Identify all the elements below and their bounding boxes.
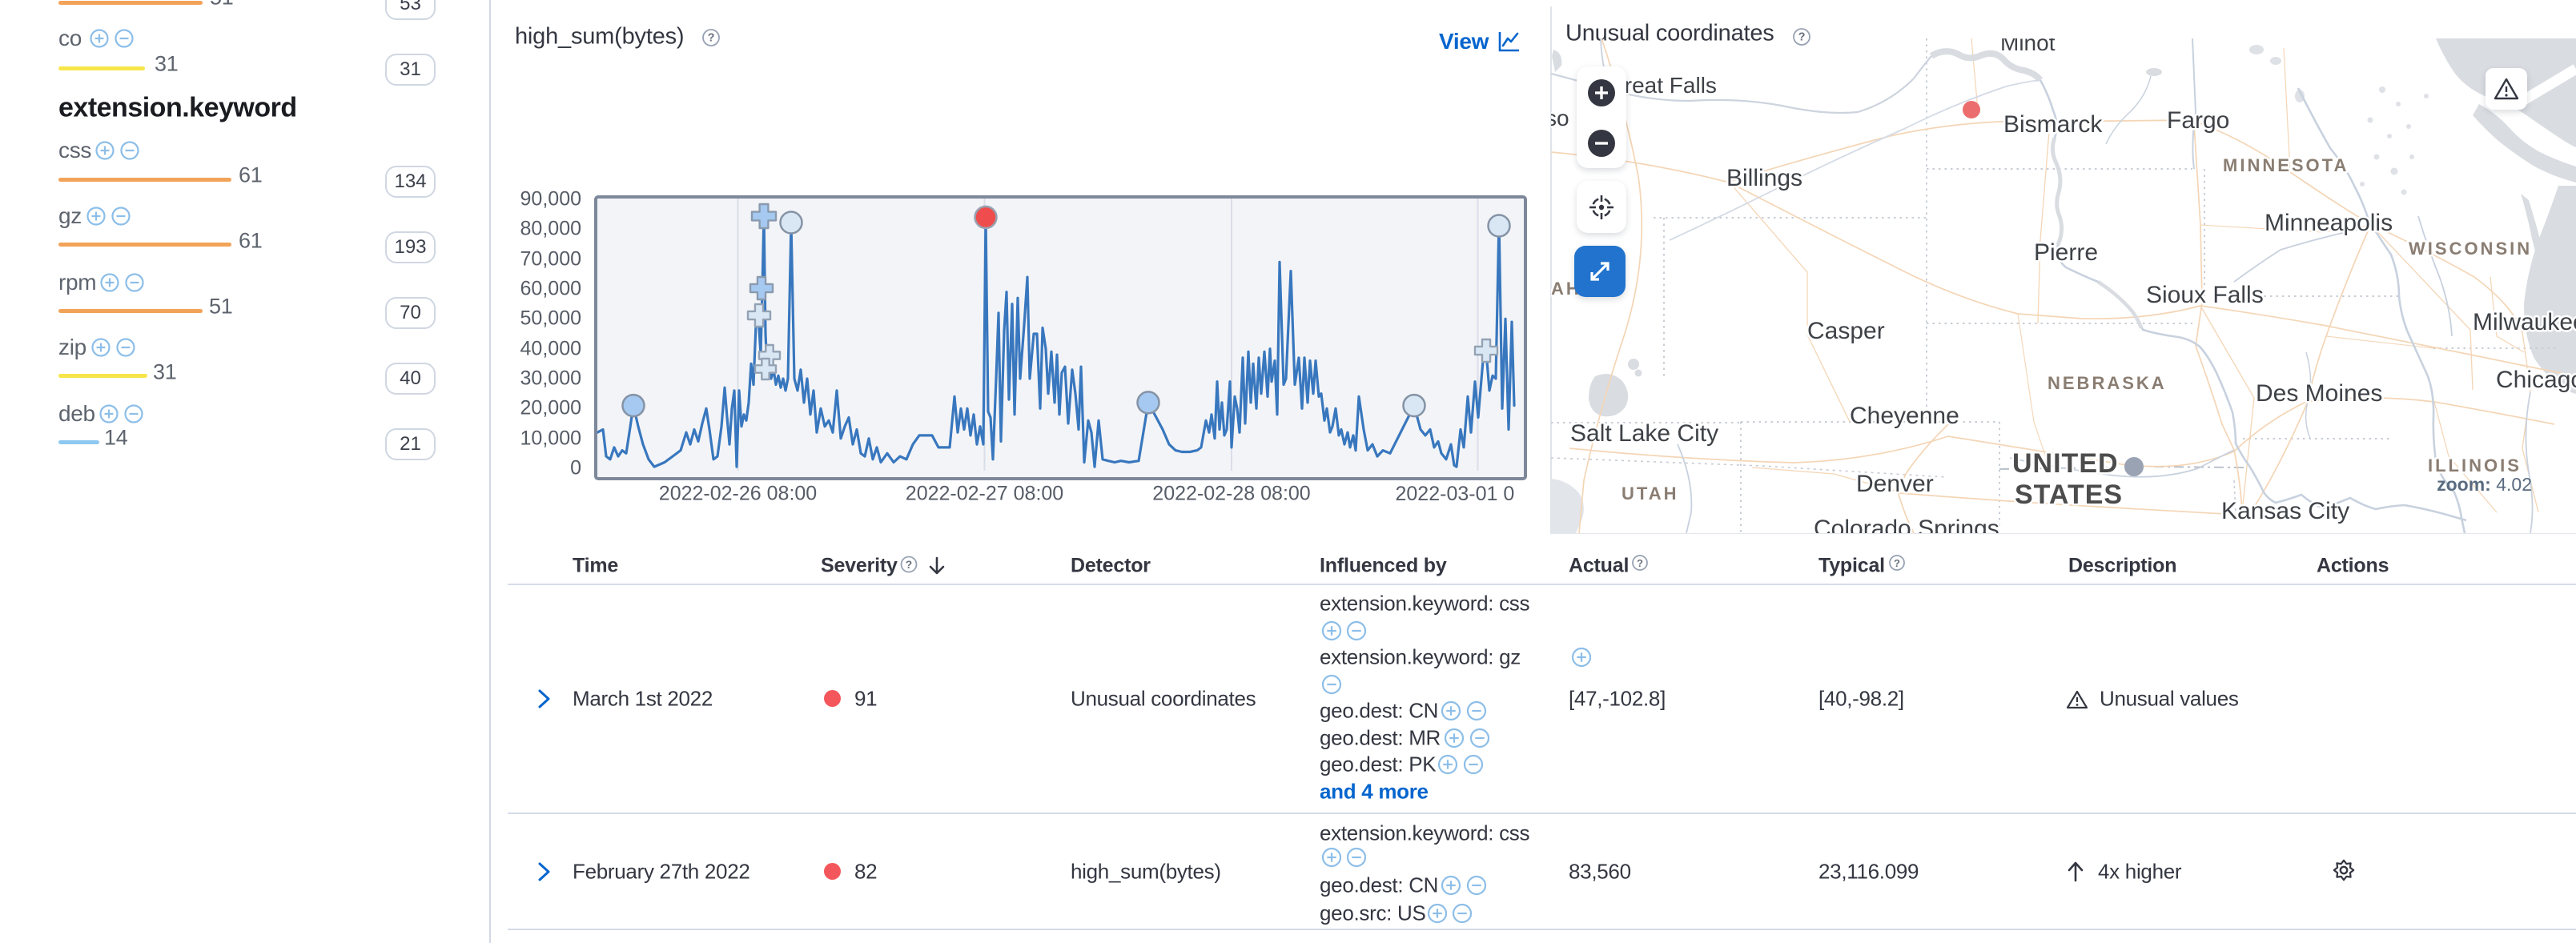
svg-text:Casper: Casper — [1807, 318, 1885, 344]
svg-text:Fargo: Fargo — [2167, 107, 2229, 134]
svg-text:?: ? — [1894, 557, 1900, 569]
svg-text:Pierre: Pierre — [2034, 239, 2098, 266]
svg-text:zoom: 4.02: zoom: 4.02 — [2437, 474, 2532, 495]
svg-text:ILLINOIS: ILLINOIS — [2428, 455, 2522, 476]
svg-text:Salt Lake City: Salt Lake City — [1570, 420, 1718, 447]
svg-text:Minneapolis: Minneapolis — [2265, 210, 2393, 236]
svg-text:UTAH: UTAH — [1622, 484, 1678, 504]
svg-text:Cheyenne: Cheyenne — [1850, 403, 1959, 429]
svg-text:Kansas City: Kansas City — [2221, 498, 2349, 524]
svg-text:?: ? — [1637, 557, 1643, 569]
svg-text:MINNESOTA: MINNESOTA — [2223, 155, 2349, 175]
svg-text:Colorado Springs: Colorado Springs — [1814, 516, 1999, 533]
svg-text:Billings: Billings — [1726, 165, 1802, 191]
svg-text:Milwaukee: Milwaukee — [2473, 309, 2576, 335]
svg-text:Denver: Denver — [1856, 471, 1934, 497]
svg-text:?: ? — [906, 559, 912, 571]
svg-text:?: ? — [708, 32, 715, 45]
svg-text:Minot: Minot — [2000, 38, 2056, 55]
svg-text:UNITED: UNITED — [2012, 448, 2119, 479]
svg-text:STATES: STATES — [2015, 480, 2123, 510]
svg-text:Chicago: Chicago — [2496, 367, 2576, 393]
svg-text:so: so — [1551, 106, 1569, 130]
svg-text:Bismarck: Bismarck — [2003, 111, 2103, 138]
svg-text:Des Moines: Des Moines — [2256, 380, 2382, 407]
svg-text:WISCONSIN: WISCONSIN — [2409, 239, 2532, 259]
svg-text:NEBRASKA: NEBRASKA — [2048, 373, 2167, 393]
svg-text:Sioux Falls: Sioux Falls — [2146, 282, 2264, 308]
